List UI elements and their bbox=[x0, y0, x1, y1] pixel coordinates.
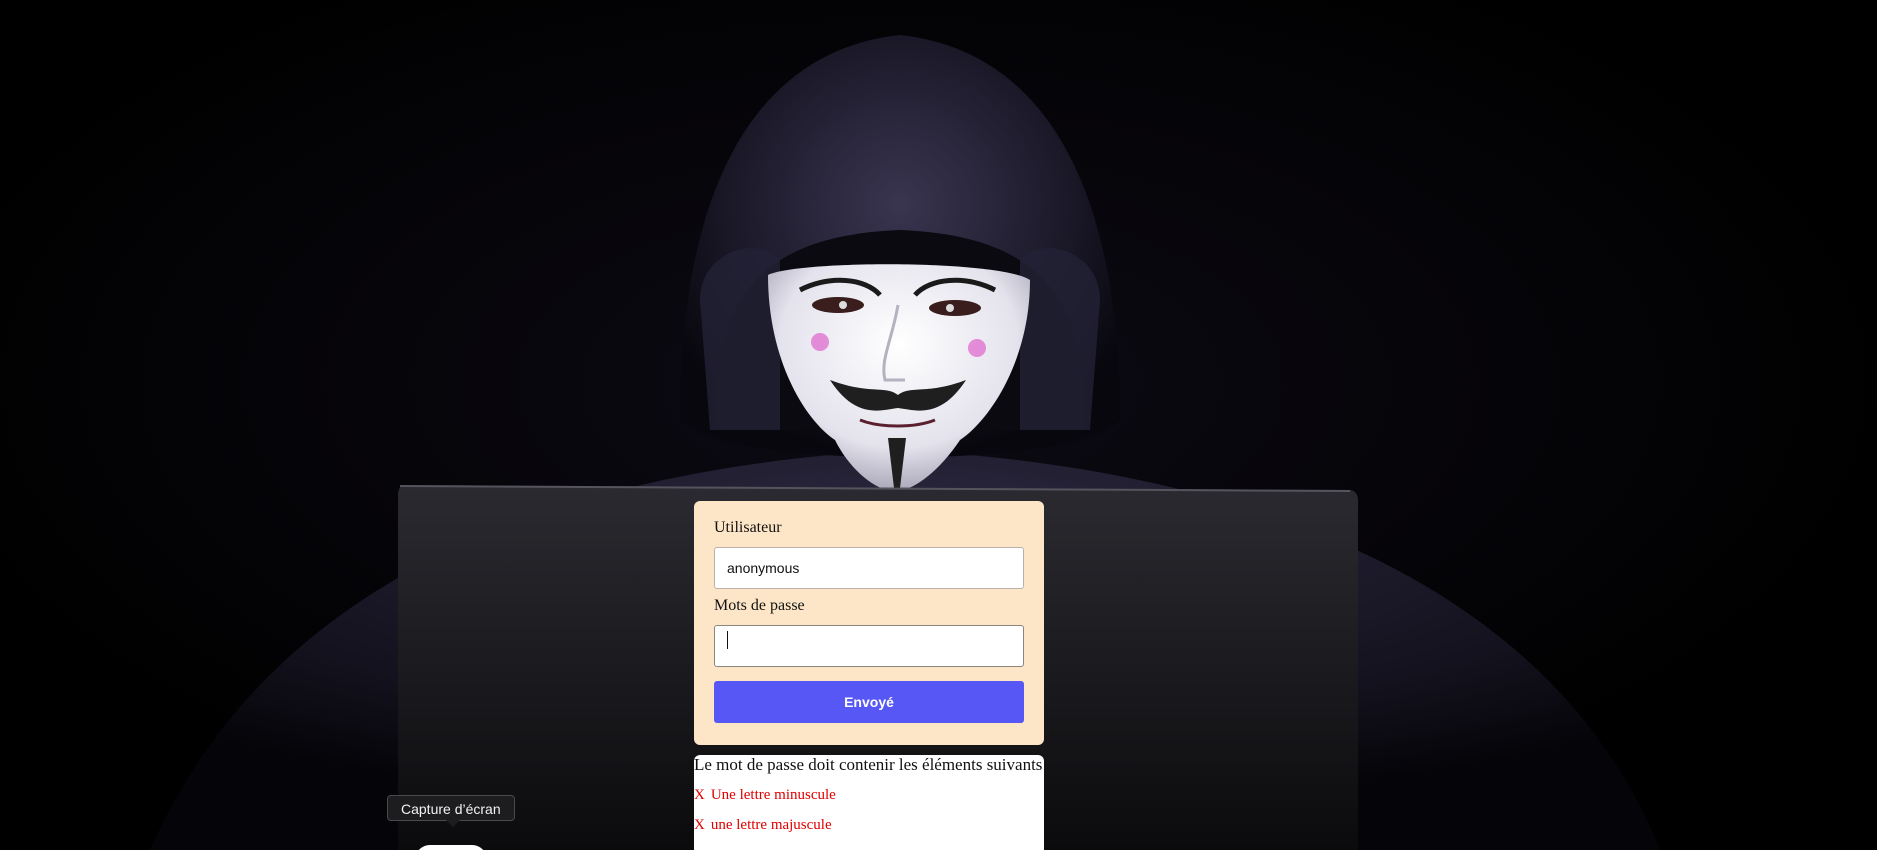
rule-uppercase: Xune lettre majuscule bbox=[694, 816, 1044, 834]
password-label: Mots de passe bbox=[714, 597, 805, 614]
rule-text: une lettre majuscule bbox=[710, 817, 832, 833]
text-cursor bbox=[727, 631, 728, 649]
rule-lowercase: X Une lettre minuscule bbox=[694, 786, 1044, 804]
password-input[interactable] bbox=[714, 625, 1024, 667]
rule-invalid-icon: X bbox=[694, 787, 705, 803]
password-rules: Le mot de passe doit contenir les élémen… bbox=[694, 755, 1044, 850]
rule-text: Une lettre minuscule bbox=[710, 787, 836, 803]
login-card: Utilisateur Mots de passe Envoyé bbox=[694, 501, 1044, 745]
screenshot-capture-button[interactable] bbox=[415, 845, 487, 850]
screenshot-tooltip: Capture d’écran bbox=[387, 795, 515, 821]
username-input[interactable] bbox=[714, 547, 1024, 589]
username-label: Utilisateur bbox=[714, 519, 782, 536]
password-rules-title: Le mot de passe doit contenir les élémen… bbox=[694, 755, 1043, 774]
submit-button[interactable]: Envoyé bbox=[714, 681, 1024, 723]
rule-invalid-icon: X bbox=[694, 817, 705, 833]
tooltip-arrow bbox=[446, 820, 460, 827]
page-background: Utilisateur Mots de passe Envoyé Le mot … bbox=[0, 0, 1877, 850]
